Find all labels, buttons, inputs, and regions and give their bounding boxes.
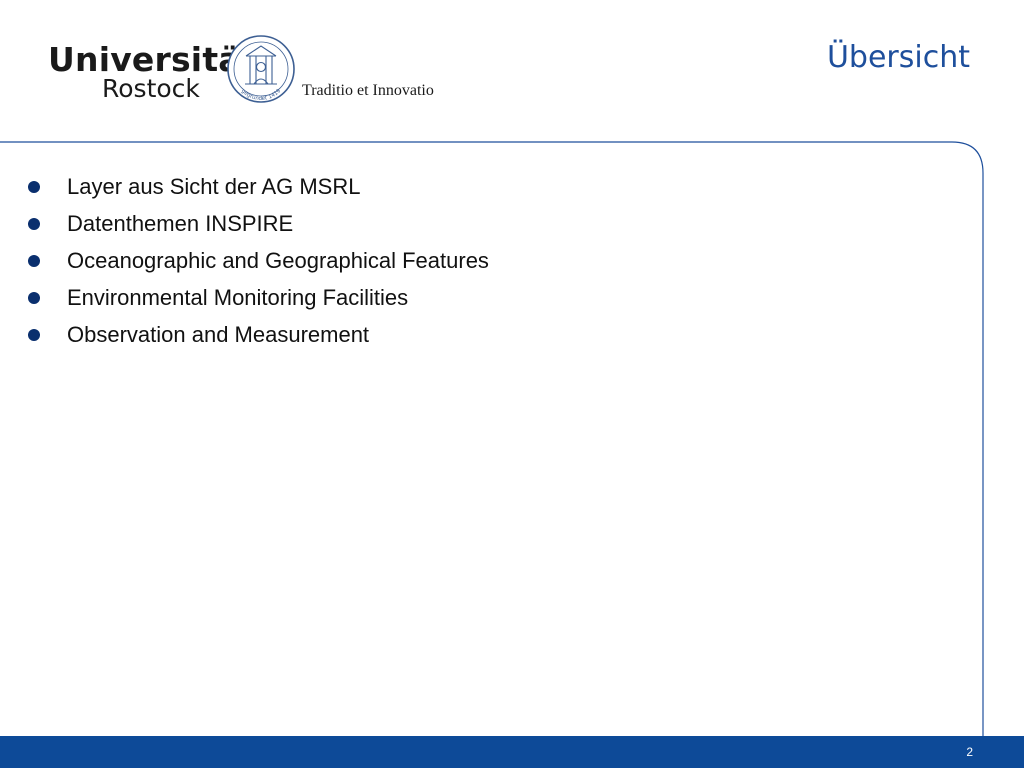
bullet-dot-icon <box>28 329 40 341</box>
university-logo: Universität Rostock gegründet 1419 Tradi… <box>48 34 434 114</box>
university-seal-icon: gegründet 1419 <box>227 35 295 103</box>
bullet-dot-icon <box>28 218 40 230</box>
bullet-text: Datenthemen INSPIRE <box>67 211 294 236</box>
logo-tagline: Traditio et Innovatio <box>302 82 434 99</box>
bullet-text: Environmental Monitoring Facilities <box>67 285 409 310</box>
logo-rostock: Rostock <box>102 74 200 103</box>
footer-bar: 2 <box>0 736 1024 768</box>
page-number: 2 <box>966 745 973 759</box>
bullet-dot-icon <box>28 292 40 304</box>
bullet-dot-icon <box>28 255 40 267</box>
bullet-text: Observation and Measurement <box>67 322 370 347</box>
page-title: Übersicht <box>826 40 970 75</box>
bullet-text: Layer aus Sicht der AG MSRL <box>67 174 361 199</box>
bullet-dot-icon <box>28 181 40 193</box>
bullet-text: Oceanographic and Geographical Features <box>67 248 489 273</box>
